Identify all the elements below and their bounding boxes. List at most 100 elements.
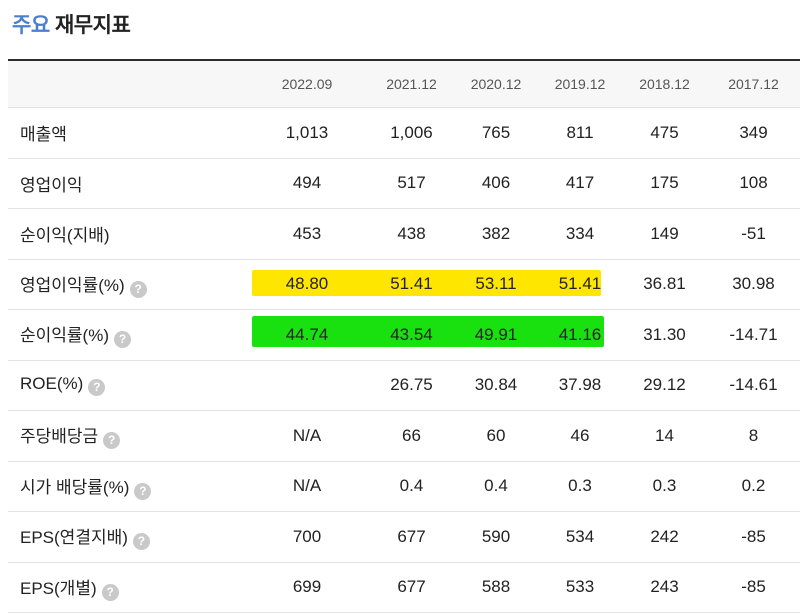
table-row: 순이익(지배) 453 438 382 334 149 -51 (8, 208, 800, 260)
table-cell: 1,006 (369, 107, 454, 159)
table-cell: 811 (538, 107, 622, 159)
table-row: 순이익률(%)? 44.74 43.54 49.91 41.16 31.30 -… (8, 309, 800, 361)
financial-table: 2022.09 2021.12 2020.12 2019.12 2018.12 … (8, 61, 800, 613)
table-row: 영업이익률(%)? 48.80 51.41 53.11 51.41 36.81 … (8, 259, 800, 310)
row-label-cell: 순이익률(%)? (8, 309, 245, 361)
table-row: ROE(%)? 26.75 30.84 37.98 29.12 -14.61 (8, 360, 800, 411)
table-cell: 765 (454, 107, 538, 159)
table-cell: 51.41 (538, 259, 622, 310)
title-accent: 주요 (12, 14, 50, 37)
table-row: 시가 배당률(%)? N/A 0.4 0.4 0.3 0.3 0.2 (8, 461, 800, 512)
table-cell: 349 (707, 107, 800, 159)
row-label-cell: EPS(개별)? (8, 562, 245, 613)
table-cell: 677 (369, 562, 454, 613)
table-cell: 36.81 (622, 259, 707, 310)
row-label: ROE(%) (20, 374, 84, 394)
row-label: 시가 배당률(%) (20, 477, 130, 497)
row-label-cell: 시가 배당률(%)? (8, 461, 245, 512)
column-header: 2017.12 (707, 61, 800, 108)
table-cell: 60 (454, 410, 538, 462)
table-cell: 48.80 (245, 259, 369, 310)
table-cell: 533 (538, 562, 622, 613)
table-cell: 66 (369, 410, 454, 462)
table-row: EPS(연결지배)? 700 677 590 534 242 -85 (8, 511, 800, 563)
table-cell: 1,013 (245, 107, 369, 159)
table-cell: N/A (245, 410, 369, 462)
column-header: 2019.12 (538, 61, 622, 108)
table-cell: 242 (622, 511, 707, 563)
table-cell: 31.30 (622, 309, 707, 361)
row-label: 주당배당금 (20, 427, 99, 447)
table-cell: 175 (622, 158, 707, 209)
table-cell: 475 (622, 107, 707, 159)
table-cell: 417 (538, 158, 622, 209)
table-cell: 700 (245, 511, 369, 563)
table-cell: 494 (245, 158, 369, 209)
row-label-cell: 영업이익 (8, 158, 245, 209)
table-cell: N/A (245, 461, 369, 512)
table-cell: 30.98 (707, 259, 800, 310)
table-cell: 108 (707, 158, 800, 209)
help-icon[interactable]: ? (132, 533, 150, 551)
table-cell: 0.2 (707, 461, 800, 512)
table-cell: 0.4 (369, 461, 454, 512)
table-cell: 0.3 (622, 461, 707, 512)
table-row: 매출액 1,013 1,006 765 811 475 349 (8, 107, 800, 159)
help-icon[interactable]: ? (114, 331, 131, 349)
table-cell: -85 (707, 511, 800, 563)
row-label-cell: EPS(연결지배)? (8, 511, 245, 563)
column-header: 2022.09 (245, 61, 369, 108)
help-icon[interactable]: ? (103, 432, 121, 450)
title-main: 재무지표 (54, 14, 131, 37)
table-cell: 699 (245, 562, 369, 613)
header-label-cell (8, 61, 245, 108)
table-cell: -51 (707, 208, 800, 260)
table-cell: 44.74 (245, 309, 369, 361)
table-cell: -85 (707, 562, 800, 613)
header-row: 2022.09 2021.12 2020.12 2019.12 2018.12 … (8, 61, 800, 108)
table-cell: -14.61 (707, 360, 800, 411)
table-cell: 51.41 (369, 259, 454, 310)
row-label: 영업이익률(%) (20, 275, 125, 295)
table-cell: 14 (622, 410, 707, 462)
table-cell: 43.54 (369, 309, 454, 361)
table-row: EPS(개별)? 699 677 588 533 243 -85 (8, 562, 800, 613)
row-label-cell: 영업이익률(%)? (8, 259, 245, 310)
row-label-cell: 주당배당금? (8, 410, 245, 462)
table-cell: 438 (369, 208, 454, 260)
table-cell: 588 (454, 562, 538, 613)
table-row: 주당배당금? N/A 66 60 46 14 8 (8, 410, 800, 462)
help-icon[interactable]: ? (129, 280, 147, 298)
help-icon[interactable]: ? (88, 379, 106, 397)
row-label: 순이익(지배) (20, 226, 110, 246)
table-cell: 382 (454, 208, 538, 260)
table-cell: 334 (538, 208, 622, 260)
table-cell: 8 (707, 410, 800, 462)
row-label: 순이익률(%) (20, 326, 109, 346)
table-cell: 534 (538, 511, 622, 563)
row-label-cell: ROE(%)? (8, 360, 245, 411)
row-label-cell: 순이익(지배) (8, 208, 245, 260)
table-cell: 453 (245, 208, 369, 260)
financial-indicators-panel: 주요 재무지표 2022.09 2021.12 2020.12 2019.12 … (0, 0, 800, 613)
table-cell: 29.12 (622, 360, 707, 411)
row-label-cell: 매출액 (8, 107, 245, 159)
table-cell: 41.16 (538, 309, 622, 361)
help-icon[interactable]: ? (101, 583, 119, 601)
table-cell: 590 (454, 511, 538, 563)
table-cell: 53.11 (454, 259, 538, 310)
column-header: 2021.12 (369, 61, 454, 108)
table-cell: 406 (454, 158, 538, 209)
row-label: EPS(개별) (20, 578, 97, 598)
table-cell: 0.4 (454, 461, 538, 512)
table-cell: 46 (538, 410, 622, 462)
row-label: 매출액 (20, 125, 67, 145)
table-cell: 243 (622, 562, 707, 613)
table-cell: 517 (369, 158, 454, 209)
table-cell: 677 (369, 511, 454, 563)
help-icon[interactable]: ? (134, 482, 152, 500)
column-header: 2020.12 (454, 61, 538, 108)
section-title: 주요 재무지표 (12, 11, 131, 41)
table-cell (245, 360, 369, 411)
table-cell: 49.91 (454, 309, 538, 361)
